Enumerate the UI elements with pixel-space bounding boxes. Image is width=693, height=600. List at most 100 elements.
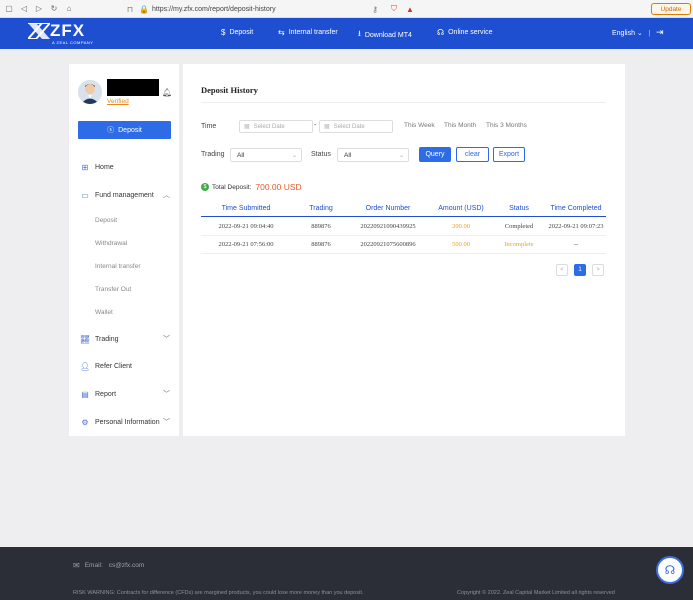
bell-icon[interactable]: 🔔︎ [162,88,172,97]
wallet-icon: ▭ [81,190,89,200]
chevron-down-icon: ﹀ [163,336,170,343]
nav-online-service[interactable]: ☊ Online service [437,28,492,37]
quick-this-week[interactable]: This Week [404,122,435,129]
zfx-logo[interactable]: ZFX A ZEAL COMPANY [28,22,93,45]
support-headset-icon[interactable]: ☊ [656,556,684,584]
clear-button[interactable]: clear [456,147,489,162]
logo-text: ZFX [50,21,86,40]
email-address-link[interactable]: cs@zfx.com [109,562,145,569]
nav-internal-transfer-label: Internal transfer [288,29,338,36]
status-select-value: All [344,151,352,159]
sidebar-subitem-transfer-out[interactable]: Transfer Out [95,286,131,293]
update-button[interactable]: Update [651,3,691,15]
deposit-history-panel: Deposit History Time ▦ Select Date - ▦ S… [183,64,625,436]
table-cell: 889876 [311,223,331,230]
nav-online-service-label: Online service [448,29,493,36]
reload-icon[interactable]: ↻ [48,3,60,15]
language-label: English [612,30,635,37]
risk-warning: RISK WARNING: Contracts for difference (… [73,590,364,596]
calendar-icon: ▦ [244,124,250,130]
total-deposit-label: Total Deposit: [212,183,252,191]
time-filter-label: Time [201,123,217,130]
table-header: Time Submitted Trading Order Number Amou… [201,201,606,217]
start-date-placeholder: Select Date [253,123,285,130]
logout-icon[interactable]: ⇥ [656,27,664,38]
end-date-input[interactable]: ▦ Select Date [319,120,393,133]
report-icon: ▤ [81,389,89,399]
deposit-button-label: Deposit [118,126,142,134]
sidebar-subitem-internal-transfer[interactable]: Internal transfer [95,263,141,270]
date-separator: - [314,122,317,129]
url-text: https://my.zfx.com/report/deposit-histor… [152,5,276,13]
nav-download-mt4[interactable]: ⭳ Download MT4 [358,28,412,42]
footer: ✉ Email: cs@zfx.com RISK WARNING: Contra… [0,547,693,600]
address-bar[interactable]: 🔒 https://my.zfx.com/report/deposit-hist… [139,2,430,16]
column-header[interactable]: Time Completed [539,205,613,212]
nav-deposit-label: Deposit [229,29,254,36]
key-icon[interactable]: ⚷ [369,3,381,15]
query-button[interactable]: Query [419,147,451,162]
pagination-next-button[interactable]: > [592,264,604,276]
sidebar-item-fund-management[interactable]: ▭ Fund management ︿ [80,188,172,202]
logo-subtitle: A ZEAL COMPANY [52,40,94,45]
total-deposit: $ Total Deposit: 700.00 USD [201,182,302,192]
sidebar-item-label: Trading [95,335,119,343]
sidebar-item-trading[interactable]: 📈︎ Trading ﹀ [80,332,172,346]
quick-this-month[interactable]: This Month [444,122,476,129]
sidebar-subitem-withdrawal[interactable]: Withdrawal [95,240,127,247]
top-navigation: ZFX A ZEAL COMPANY $ Deposit ⇆ Internal … [0,18,693,49]
user-avatar-icon [78,80,102,104]
forward-icon[interactable]: ▷ [33,3,45,15]
bookmark-icon[interactable]: ⊓ [124,3,136,15]
total-deposit-amount: 700.00 USD [255,182,302,192]
sidebar-item-report[interactable]: ▤ Report ﹀ [80,387,172,401]
chevron-down-icon: ⌄ [398,152,404,159]
chevron-down-icon: ﹀ [163,419,170,426]
column-header[interactable]: Order Number [343,205,433,212]
footer-email: ✉ Email: cs@zfx.com [73,561,144,570]
pagination-page-1[interactable]: 1 [574,264,586,276]
sidebar-subitem-wallet[interactable]: Wallet [95,309,113,316]
start-date-input[interactable]: ▦ Select Date [239,120,313,133]
sidebar-item-label: Report [95,390,117,398]
dollar-circle-icon: ⓢ [107,127,115,134]
deposit-button[interactable]: ⓢ Deposit [78,121,171,139]
table-cell: 2022-09-21 09:07:23 [548,223,604,230]
verified-link[interactable]: Verified [107,98,129,105]
sidebar-item-label: Fund management [95,191,154,199]
rewards-triangle-icon[interactable]: ▲ [404,3,416,15]
nav-download-mt4-label: Download MT4 [364,31,412,39]
brave-shield-icon[interactable]: ⛉ [388,3,400,15]
sidebar-toggle-icon[interactable]: ▢ [3,3,15,15]
column-header[interactable]: Trading [291,205,351,212]
column-header[interactable]: Amount (USD) [426,205,496,212]
status-select[interactable]: All ⌄ [337,148,409,162]
headset-icon: ☊ [437,28,445,37]
chevron-up-icon: ︿ [163,192,170,199]
table-row[interactable]: 2022-09-21 07:56:00 889876 2022092107560… [201,236,606,254]
status-filter-label: Status [311,151,331,158]
chevron-down-icon: ⌄ [291,152,297,159]
sidebar-item-refer-client[interactable]: 👤︎ Refer Client [80,359,172,373]
export-button[interactable]: Export [493,147,525,162]
sidebar-item-home[interactable]: ⊞ Home [80,160,172,174]
table-row[interactable]: 2022-09-21 09:04:40 889876 2022092109043… [201,218,606,236]
quick-this-3-months[interactable]: This 3 Months [486,122,527,129]
column-header[interactable]: Time Submitted [211,205,281,212]
page-title: Deposit History [201,85,258,95]
sidebar-item-personal-information[interactable]: ⚙︎ Personal Information ﹀ [80,415,172,429]
nav-internal-transfer[interactable]: ⇆ Internal transfer [278,28,338,37]
avatar[interactable] [78,80,102,104]
language-selector[interactable]: English ⌄ | [612,29,651,37]
pagination-prev-button[interactable]: < [556,264,568,276]
calendar-icon: ▦ [324,124,330,130]
table-cell: 200.00 [452,223,470,230]
nav-deposit[interactable]: $ Deposit [221,28,253,37]
back-icon[interactable]: ◁ [18,3,30,15]
sidebar-item-label: Refer Client [95,362,132,370]
trading-select[interactable]: All ⌄ [230,148,302,162]
sidebar-subitem-deposit[interactable]: Deposit [95,217,117,224]
lock-icon: 🔒 [139,4,149,14]
home-icon[interactable]: ⌂ [63,3,75,15]
transfer-icon: ⇆ [278,28,285,37]
